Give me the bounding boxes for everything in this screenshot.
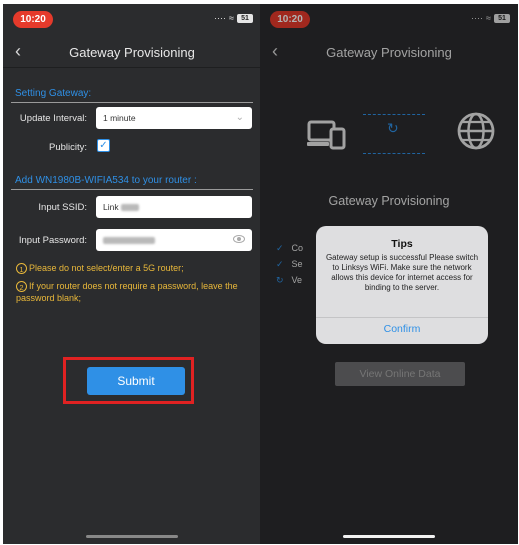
redacted-password (103, 237, 155, 245)
section-title-add-to-router: Add WN1980B-WIFIA534 to your router : (15, 175, 197, 186)
section-title-setting-gateway: Setting Gateway: (15, 88, 92, 99)
confirm-button[interactable]: Confirm (316, 323, 488, 335)
dialog-message: Gateway setup is successful Please switc… (325, 253, 479, 292)
battery-icon: 51 (237, 13, 253, 23)
ssid-input[interactable]: Link (96, 196, 252, 218)
password-input[interactable] (96, 229, 252, 251)
redacted-text (120, 204, 139, 212)
password-label: Input Password: (18, 235, 87, 246)
update-interval-value: 1 minute (103, 113, 136, 123)
note-5g-warning: 1 Please do not select/enter a 5G router; (16, 262, 256, 274)
phone-screen-provisioning-result: 10:20 ···· ≈ 51 ‹ Gateway Provisioning ↻… (260, 4, 518, 544)
section-divider (11, 102, 253, 103)
page-title: Gateway Provisioning (69, 45, 195, 60)
section-divider (11, 189, 253, 190)
update-interval-select[interactable]: 1 minute ⌄ (96, 107, 252, 129)
wifi-icon: ≈ (229, 13, 234, 23)
publicity-checkbox[interactable]: ✓ (97, 139, 110, 152)
status-time: 10:20 (13, 11, 53, 28)
home-indicator (343, 535, 435, 538)
ssid-value: Link (103, 202, 119, 212)
submit-button[interactable]: Submit (87, 367, 185, 395)
tips-dialog: Tips Gateway setup is successful Please … (316, 226, 488, 344)
nav-divider (3, 67, 261, 68)
chevron-down-icon: ⌄ (235, 112, 244, 123)
phone-screen-provisioning-form: 10:20 ···· ≈ 51 ‹ Gateway Provisioning S… (3, 4, 261, 544)
dialog-divider (316, 317, 488, 318)
ssid-label: Input SSID: (38, 202, 87, 213)
update-interval-label: Update Interval: (19, 113, 87, 124)
eye-icon[interactable] (233, 235, 245, 243)
signal-icon: ···· (214, 13, 227, 23)
number-2-icon: 2 (16, 281, 27, 292)
nav-bar: ‹ Gateway Provisioning (3, 37, 261, 67)
note-password-blank: 2 If your router does not require a passw… (16, 281, 238, 303)
dialog-title: Tips (391, 238, 413, 250)
publicity-label: Publicity: (48, 142, 87, 153)
number-1-icon: 1 (16, 263, 27, 274)
status-bar: 10:20 ···· ≈ 51 (3, 4, 261, 34)
home-indicator (86, 535, 178, 538)
